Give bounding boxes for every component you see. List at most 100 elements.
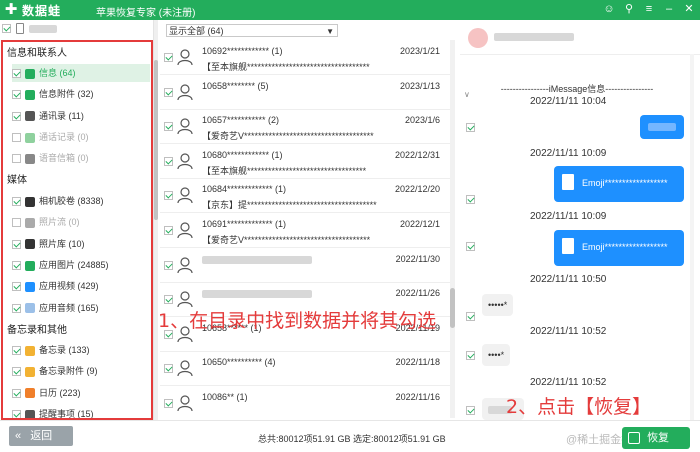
message-thread-preview: 【爱奇艺V***********************************… <box>202 131 374 142</box>
chat-message-checkbox[interactable] <box>466 312 475 321</box>
contact-avatar-icon <box>176 186 196 206</box>
message-thread-title: 10650********** (4) <box>202 357 276 368</box>
message-row-checkbox[interactable] <box>164 87 173 97</box>
message-thread-row[interactable]: 10684************* (1) 2022/12/20 【京东】提***… <box>160 178 450 214</box>
user-icon[interactable]: ☺ <box>602 2 616 16</box>
back-chevron-icon: « <box>15 430 22 442</box>
message-thread-title: 10684************* (1) <box>202 184 287 195</box>
back-button-label: 返回 <box>30 430 53 442</box>
message-thread-row[interactable]: 10086** (1) 2022/11/16 <box>160 386 450 421</box>
app-logo-icon: ✚ <box>4 1 18 18</box>
message-thread-row[interactable]: 2022/11/30 <box>160 248 450 283</box>
chat-bubble-received: •••••* <box>482 294 514 316</box>
chat-bubble-received: ••••* <box>482 344 511 366</box>
restore-button-label: 恢复 <box>647 432 670 444</box>
chat-panel: ∨ ----------------iMessage信息------------… <box>460 20 700 420</box>
title-bar: ✚ 数据蛙 苹果恢复专家 (未注册) ☺ ⚲ ≡ – ✕ <box>0 0 700 20</box>
close-icon[interactable]: ✕ <box>682 2 696 16</box>
contact-avatar-icon <box>176 83 196 103</box>
message-row-checkbox[interactable] <box>164 156 173 166</box>
restore-icon <box>628 432 640 445</box>
annotation-step1: 1、在目录中找到数据并将其勾选 <box>158 310 437 332</box>
chat-message-checkbox[interactable] <box>466 406 475 415</box>
contact-avatar-icon <box>176 256 196 276</box>
message-thread-row[interactable]: 10657*********** (2) 2023/1/6 【爱奇艺V*******… <box>160 109 450 145</box>
menu-icon[interactable]: ≡ <box>642 2 656 16</box>
chat-message-checkbox[interactable] <box>466 242 475 251</box>
message-thread-preview: 【京东】提***********************************… <box>202 200 377 211</box>
device-name-blurred <box>28 24 57 33</box>
message-thread-title: 10691************* (1) <box>202 219 287 229</box>
message-row-checkbox[interactable] <box>164 260 173 270</box>
chat-timestamp: 2022/11/11 10:04 <box>530 96 607 107</box>
message-row-checkbox[interactable] <box>164 122 173 132</box>
restore-button[interactable]: 恢复 <box>622 427 690 449</box>
chat-bubble-text: Emoji****************** <box>582 242 668 252</box>
device-icon <box>15 23 24 34</box>
cart-icon[interactable]: ⚲ <box>622 2 636 16</box>
device-checkbox[interactable] <box>2 24 11 33</box>
message-thread-date: 2022/11/30 <box>395 253 440 264</box>
message-row-checkbox[interactable] <box>164 191 173 201</box>
message-thread-title-blurred <box>202 255 312 264</box>
chat-message-checkbox[interactable] <box>466 351 475 360</box>
minimize-icon[interactable]: – <box>662 2 676 16</box>
message-thread-row[interactable]: 10658******** (5) 2023/1/13 <box>160 75 450 110</box>
filter-dropdown[interactable]: 显示全部 (64) ▼ <box>166 24 338 37</box>
message-list-scrollbar[interactable] <box>450 40 455 418</box>
app-title: 苹果恢复专家 (未注册) <box>96 8 196 19</box>
message-thread-date: 2022/12/31 <box>394 149 440 160</box>
message-thread-row[interactable]: 10650********** (4) 2022/11/18 <box>160 351 450 387</box>
contact-avatar <box>468 28 488 48</box>
message-thread-title: 10692************ (1) <box>202 46 283 56</box>
chat-bubble-sent <box>640 115 684 139</box>
message-thread-title-blurred <box>202 290 312 299</box>
message-thread-row[interactable]: 10692************ (1) 2023/1/21 【至本旗舰*****… <box>160 40 450 75</box>
chat-bubble-emoji: Emoji****************** <box>554 230 684 266</box>
chat-message-checkbox[interactable] <box>466 123 475 132</box>
contact-avatar-icon <box>176 48 196 68</box>
selection-status: 总共:80012项51.91 GB 选定:80012项51.91 GB <box>258 434 446 444</box>
contact-avatar-icon <box>176 221 196 241</box>
device-row[interactable] <box>2 23 152 37</box>
contact-avatar-icon <box>176 117 196 137</box>
file-icon <box>562 174 574 190</box>
message-thread-title: 10680************ (1) <box>202 149 283 160</box>
chat-timestamp: 2022/11/11 10:52 <box>530 377 607 388</box>
message-thread-preview: 【爱奇艺V***********************************… <box>202 235 371 245</box>
chat-header <box>460 20 700 55</box>
chat-timestamp: 2022/11/11 10:52 <box>530 326 607 337</box>
message-thread-row[interactable]: 10691************* (1) 2022/12/1 【爱奇艺V****… <box>160 213 450 248</box>
message-row-checkbox[interactable] <box>164 53 173 62</box>
message-thread-date: 2022/11/18 <box>395 357 440 368</box>
contact-avatar-icon <box>176 359 196 379</box>
message-thread-preview: 【至本旗舰*********************************** <box>202 62 370 72</box>
message-thread-preview: 【至本旗舰********************************** <box>202 165 367 176</box>
filter-dropdown-value: 显示全部 (64) <box>169 26 224 36</box>
back-button[interactable]: « 返回 <box>9 426 73 446</box>
contact-avatar-icon <box>176 394 196 414</box>
message-thread-date: 2023/1/6 <box>404 115 440 126</box>
message-row-checkbox[interactable] <box>164 364 173 374</box>
file-icon <box>562 238 574 254</box>
annotation-box-sidebar <box>1 40 153 420</box>
message-row-checkbox[interactable] <box>164 399 173 408</box>
message-thread-date: 2022/12/20 <box>394 184 440 195</box>
message-list-panel: 显示全部 (64) ▼ 10692************ (1) 2023/1/… <box>160 20 457 421</box>
chat-message-checkbox[interactable] <box>466 195 475 204</box>
contact-avatar-icon <box>176 152 196 172</box>
message-row-checkbox[interactable] <box>164 226 173 235</box>
message-thread-date: 2022/11/16 <box>395 392 440 402</box>
message-thread-date: 2023/1/21 <box>399 46 440 56</box>
contact-name-blurred <box>494 33 574 41</box>
chat-timestamp: 2022/11/11 10:09 <box>530 211 607 222</box>
message-row-checkbox[interactable] <box>164 295 173 305</box>
sidebar-scrollbar[interactable] <box>154 20 158 420</box>
message-thread-row[interactable]: 10680************ (1) 2022/12/31 【至本旗舰****… <box>160 144 450 179</box>
chat-scrollbar[interactable] <box>690 54 694 420</box>
footer-bar: « 返回 总共:80012项51.91 GB 选定:80012项51.91 GB… <box>0 420 700 452</box>
message-thread-date: 2022/11/26 <box>395 288 440 299</box>
message-thread-title: 10086** (1) <box>202 392 248 402</box>
message-thread-date: 2023/1/13 <box>399 80 440 91</box>
collapse-chevron-icon[interactable]: ∨ <box>464 90 470 99</box>
